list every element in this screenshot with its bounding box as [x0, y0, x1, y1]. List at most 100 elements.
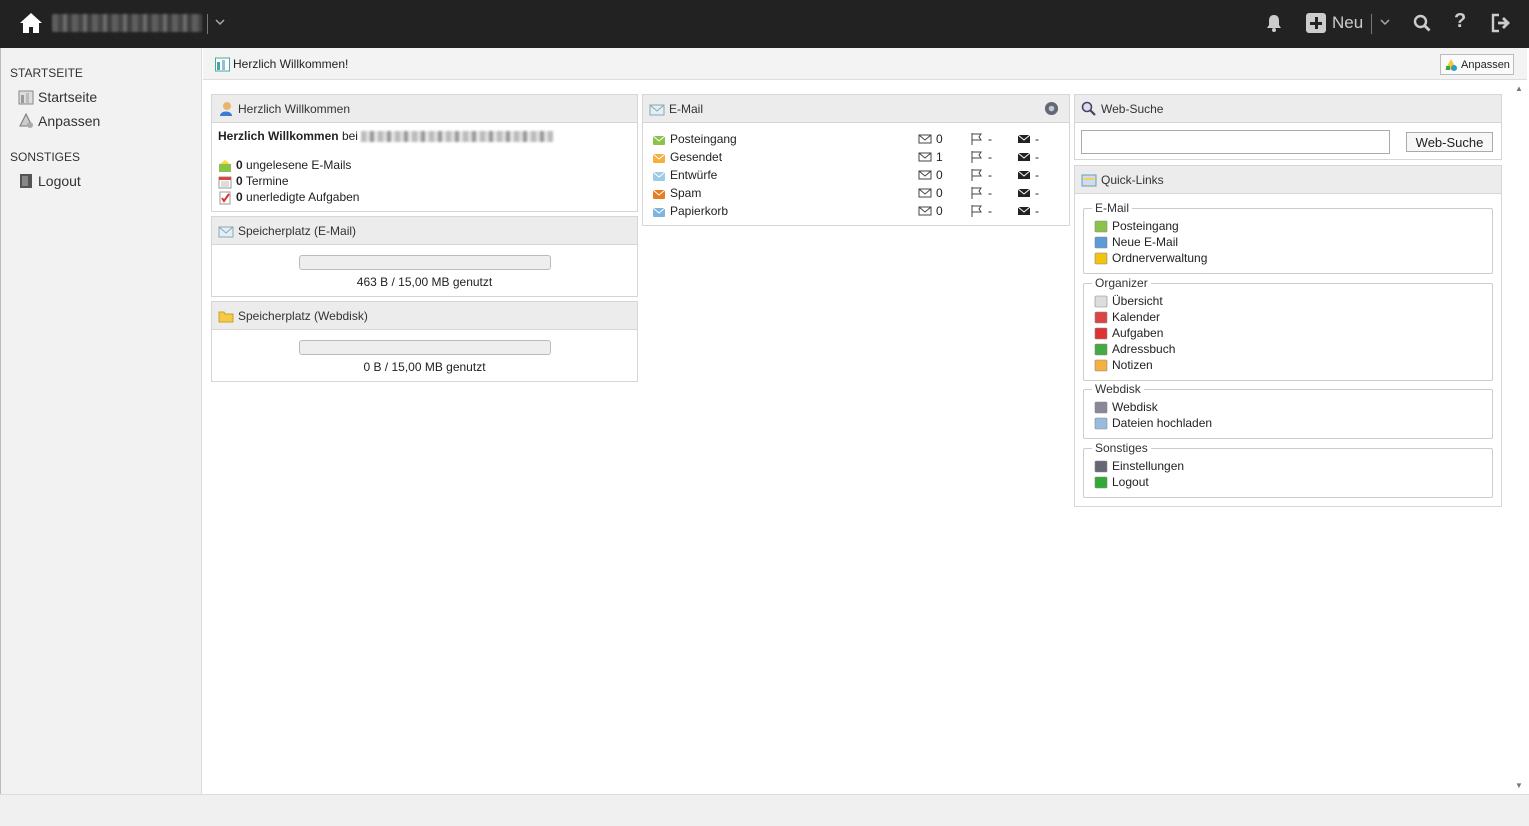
sidebar-item-logout[interactable]: Logout: [18, 171, 81, 191]
folder-name[interactable]: Papierkorb: [670, 204, 910, 218]
quicklink-label: Webdisk: [1112, 400, 1158, 414]
trash-icon: [652, 207, 666, 217]
folder-name[interactable]: Gesendet: [670, 150, 910, 164]
email-panel: E-Mail Posteingang 0- - Gesendet 1- - Entwürfe…: [642, 94, 1070, 226]
quicklink-item[interactable]: Einstellungen: [1094, 458, 1184, 474]
quicklink-label: Neue E-Mail: [1112, 235, 1179, 249]
signout-icon[interactable]: [1490, 13, 1512, 33]
quicklink-item[interactable]: Ordnerverwaltung: [1094, 250, 1207, 266]
folder-icon: [218, 311, 234, 322]
flag-count: -: [970, 150, 992, 164]
stat-unread[interactable]: 0 ungelesene E-Mails: [218, 157, 359, 173]
help-icon[interactable]: ?: [1454, 10, 1466, 33]
envelope-icon: [1017, 170, 1031, 179]
quicklink-item[interactable]: Adressbuch: [1094, 341, 1175, 357]
email-folder-row[interactable]: Papierkorb 0 - -: [652, 202, 1052, 219]
envelope-outline-icon: [918, 188, 932, 197]
sidebar-section-startseite: STARTSEITE: [10, 66, 83, 80]
scroll-up-icon[interactable]: ▲: [1515, 84, 1525, 94]
message-count: 0: [918, 168, 943, 182]
quicklink-item[interactable]: Übersicht: [1094, 293, 1163, 309]
sidebar-item-anpassen[interactable]: Anpassen: [18, 111, 100, 131]
webdisk-icon: [1094, 401, 1108, 414]
flag-icon: [971, 150, 982, 163]
sidebar-item-label: Anpassen: [38, 113, 101, 129]
quicklinks-group: Sonstiges Einstellungen Logout: [1083, 441, 1493, 498]
sidebar-item-label: Startseite: [38, 89, 98, 105]
stat-count: 0: [236, 190, 243, 204]
chevron-down-icon[interactable]: [1379, 16, 1391, 28]
tasks-icon: [1094, 327, 1108, 340]
settings-gear-icon[interactable]: [1044, 101, 1059, 116]
new-menu-label[interactable]: Neu: [1332, 13, 1363, 33]
panel-title: Speicherplatz (Webdisk): [238, 308, 368, 323]
panel-title: Speicherplatz (E-Mail): [238, 223, 357, 238]
flag-icon: [971, 168, 982, 181]
unread-count: -: [1017, 150, 1039, 164]
envelope-icon: [1017, 206, 1031, 215]
bell-icon[interactable]: [1265, 13, 1283, 33]
quicklink-item[interactable]: Notizen: [1094, 357, 1153, 373]
email-folder-row[interactable]: Gesendet 1 - -: [652, 148, 1052, 165]
stat-count: 0: [236, 158, 243, 172]
quicklink-label: Adressbuch: [1112, 342, 1176, 356]
message-count: 0: [918, 204, 943, 218]
quicklinks-group: Webdisk Webdisk Dateien hochladen: [1083, 382, 1493, 439]
email-folder-row[interactable]: Spam 0 - -: [652, 184, 1052, 201]
quicklink-label: Posteingang: [1112, 219, 1179, 233]
group-title: Webdisk: [1092, 382, 1144, 396]
quicklinks-group: Organizer Übersicht Kalender Aufgaben Adress…: [1083, 276, 1493, 381]
storage-usage-text: 0 B / 15,00 MB genutzt: [363, 360, 486, 374]
folder-name[interactable]: Entwürfe: [670, 168, 910, 182]
panel-header: Speicherplatz (E-Mail): [212, 217, 637, 245]
folder-name[interactable]: Posteingang: [670, 132, 910, 146]
customize-button[interactable]: Anpassen: [1440, 54, 1514, 75]
stat-appointments[interactable]: 0 Termine: [218, 173, 359, 189]
sidebar-item-startseite[interactable]: Startseite: [18, 87, 97, 107]
websearch-input[interactable]: [1081, 130, 1390, 154]
envelope-outline-icon: [918, 134, 932, 143]
search-icon: [1081, 101, 1096, 116]
panel-header: Quick-Links: [1075, 166, 1501, 194]
customize-icon: [19, 113, 33, 128]
quicklink-item[interactable]: Neue E-Mail: [1094, 234, 1178, 250]
blurred-domain: [361, 131, 554, 143]
message-count: 0: [918, 132, 943, 146]
quicklink-label: Aufgaben: [1112, 326, 1164, 340]
stat-tasks[interactable]: 0 unerledigte Aufgaben: [218, 189, 359, 205]
flag-count: -: [970, 168, 992, 182]
panel-header: Web-Suche: [1075, 95, 1501, 123]
email-folder-row[interactable]: Entwürfe 0 - -: [652, 166, 1052, 183]
dashboard-icon: [18, 90, 34, 105]
stat-label: unerledigte Aufgaben: [246, 190, 360, 204]
panel-header: Speicherplatz (Webdisk): [212, 302, 637, 330]
quicklink-item[interactable]: Kalender: [1094, 309, 1160, 325]
customize-button-label: Anpassen: [1461, 58, 1510, 71]
quicklink-item[interactable]: Posteingang: [1094, 218, 1179, 234]
welcome-greeting: Herzlich Willkommen bei: [218, 129, 554, 143]
tasks-icon: [219, 191, 231, 205]
home-icon[interactable]: [19, 12, 43, 34]
sent-icon: [652, 153, 666, 163]
quicklink-item[interactable]: Webdisk: [1094, 399, 1158, 415]
sidebar: STARTSEITE Startseite Anpassen SONSTIGES…: [0, 48, 202, 794]
folder-name[interactable]: Spam: [670, 186, 910, 200]
plus-icon[interactable]: [1306, 13, 1326, 33]
search-icon[interactable]: [1413, 14, 1431, 32]
quicklink-label: Einstellungen: [1112, 459, 1185, 473]
quicklink-label: Dateien hochladen: [1112, 416, 1213, 430]
quicklink-item[interactable]: Logout: [1094, 474, 1149, 490]
sidebar-item-label: Logout: [38, 173, 81, 189]
email-folder-row[interactable]: Posteingang 0 - -: [652, 130, 1052, 147]
websearch-button[interactable]: Web-Suche: [1406, 132, 1493, 152]
quicklink-item[interactable]: Aufgaben: [1094, 325, 1163, 341]
quicklink-label: Logout: [1112, 475, 1149, 489]
scroll-down-icon[interactable]: ▼: [1515, 781, 1525, 791]
chevron-down-icon[interactable]: [214, 16, 226, 28]
quicklink-item[interactable]: Dateien hochladen: [1094, 415, 1212, 431]
unread-count: -: [1017, 132, 1039, 146]
panel-title: Quick-Links: [1101, 172, 1164, 187]
logout-icon: [1094, 476, 1108, 489]
site-name-blurred[interactable]: [52, 14, 202, 32]
flag-count: -: [970, 186, 992, 200]
